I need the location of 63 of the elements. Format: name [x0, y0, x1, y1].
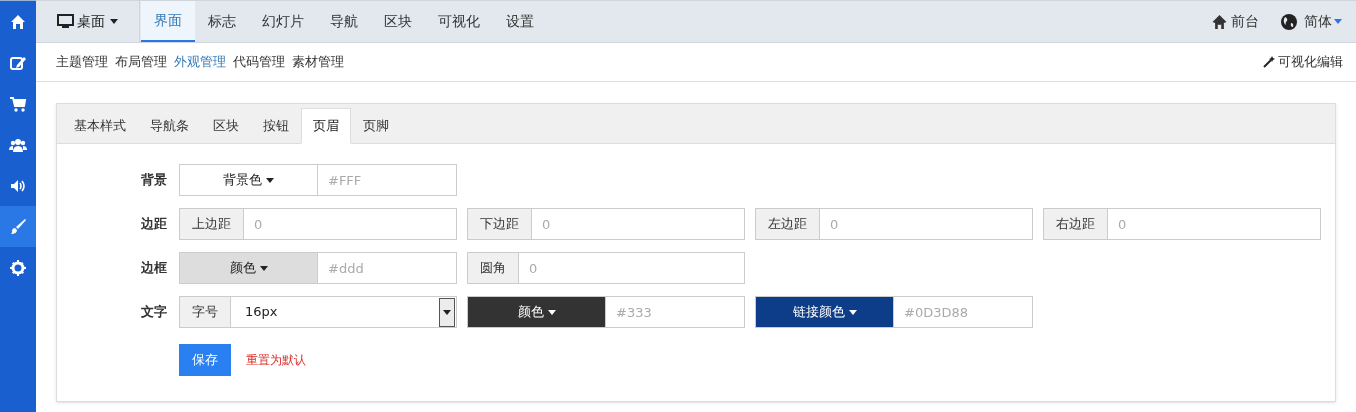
color-input[interactable]: #333	[606, 296, 745, 328]
input-field[interactable]: 0	[244, 208, 457, 240]
nav-tab[interactable]: 可视化	[425, 1, 493, 42]
input-addon: 圆角	[467, 252, 519, 284]
input-addon: 字号	[179, 296, 231, 328]
input-addon: 右边距	[1043, 208, 1108, 240]
input-addon: 左边距	[755, 208, 820, 240]
color-input[interactable]: #ddd	[318, 252, 457, 284]
field-label: 边框	[140, 259, 168, 278]
sub-nav-link[interactable]: 主题管理	[56, 52, 108, 72]
panel-tab[interactable]: 导航条	[138, 108, 201, 143]
field-label: 边距	[140, 215, 168, 234]
input-field[interactable]: 0	[1108, 208, 1321, 240]
panel-tab[interactable]: 页脚	[351, 108, 401, 143]
panel-tab[interactable]: 按钮	[251, 108, 301, 143]
sub-nav-link[interactable]: 素材管理	[292, 52, 344, 72]
panel-tab[interactable]: 区块	[201, 108, 251, 143]
panel-tab[interactable]: 页眉	[301, 108, 351, 144]
device-dropdown[interactable]: 桌面	[36, 1, 140, 42]
sidebar-item[interactable]	[0, 206, 36, 247]
panel-tab[interactable]: 基本样式	[62, 108, 138, 143]
caret-icon	[259, 265, 268, 271]
select-field[interactable]: 16px	[231, 296, 457, 328]
caret-icon	[1334, 19, 1342, 24]
magic-wand-icon	[1263, 56, 1275, 68]
brush-icon	[9, 217, 27, 236]
input-field[interactable]: 0	[820, 208, 1033, 240]
caret-icon	[110, 19, 118, 24]
sub-nav-link[interactable]: 外观管理	[174, 52, 226, 72]
home-icon	[1211, 14, 1228, 29]
color-input[interactable]: #FFF	[318, 164, 457, 196]
nav-tab[interactable]: 设置	[493, 1, 547, 42]
save-button[interactable]: 保存	[179, 344, 231, 376]
input-field[interactable]: 0	[519, 252, 745, 284]
nav-tab[interactable]: 标志	[195, 1, 249, 42]
color-picker-button[interactable]: 颜色	[179, 252, 318, 284]
nav-tab[interactable]: 界面	[141, 1, 195, 42]
home-icon	[9, 12, 27, 31]
cart-icon	[9, 94, 27, 113]
field-label: 文字	[140, 303, 168, 322]
input-field[interactable]: 0	[532, 208, 745, 240]
input-addon: 上边距	[179, 208, 244, 240]
caret-icon	[547, 309, 556, 315]
sub-nav-link[interactable]: 代码管理	[233, 52, 285, 72]
color-input[interactable]: #0D3D88	[894, 296, 1033, 328]
nav-tab[interactable]: 导航	[317, 1, 371, 42]
language-dropdown[interactable]: 简体	[1281, 11, 1342, 32]
caret-icon	[266, 177, 274, 183]
settings-icon	[9, 258, 27, 277]
nav-tab[interactable]: 幻灯片	[249, 1, 317, 42]
visual-edit-link[interactable]: 可视化编辑	[1263, 52, 1343, 72]
input-addon: 下边距	[467, 208, 532, 240]
monitor-icon	[57, 14, 74, 29]
caret-icon	[848, 309, 857, 315]
nav-tab[interactable]: 区块	[371, 1, 425, 42]
front-link[interactable]: 前台	[1211, 11, 1259, 32]
sub-nav-link[interactable]: 布局管理	[115, 52, 167, 72]
reset-link[interactable]: 重置为默认	[246, 351, 306, 369]
globe-icon	[1281, 13, 1297, 30]
color-picker-button[interactable]: 链接颜色	[755, 296, 894, 328]
color-picker-button[interactable]: 背景色	[179, 164, 318, 196]
color-picker-button[interactable]: 颜色	[467, 296, 606, 328]
field-label: 背景	[140, 171, 168, 190]
